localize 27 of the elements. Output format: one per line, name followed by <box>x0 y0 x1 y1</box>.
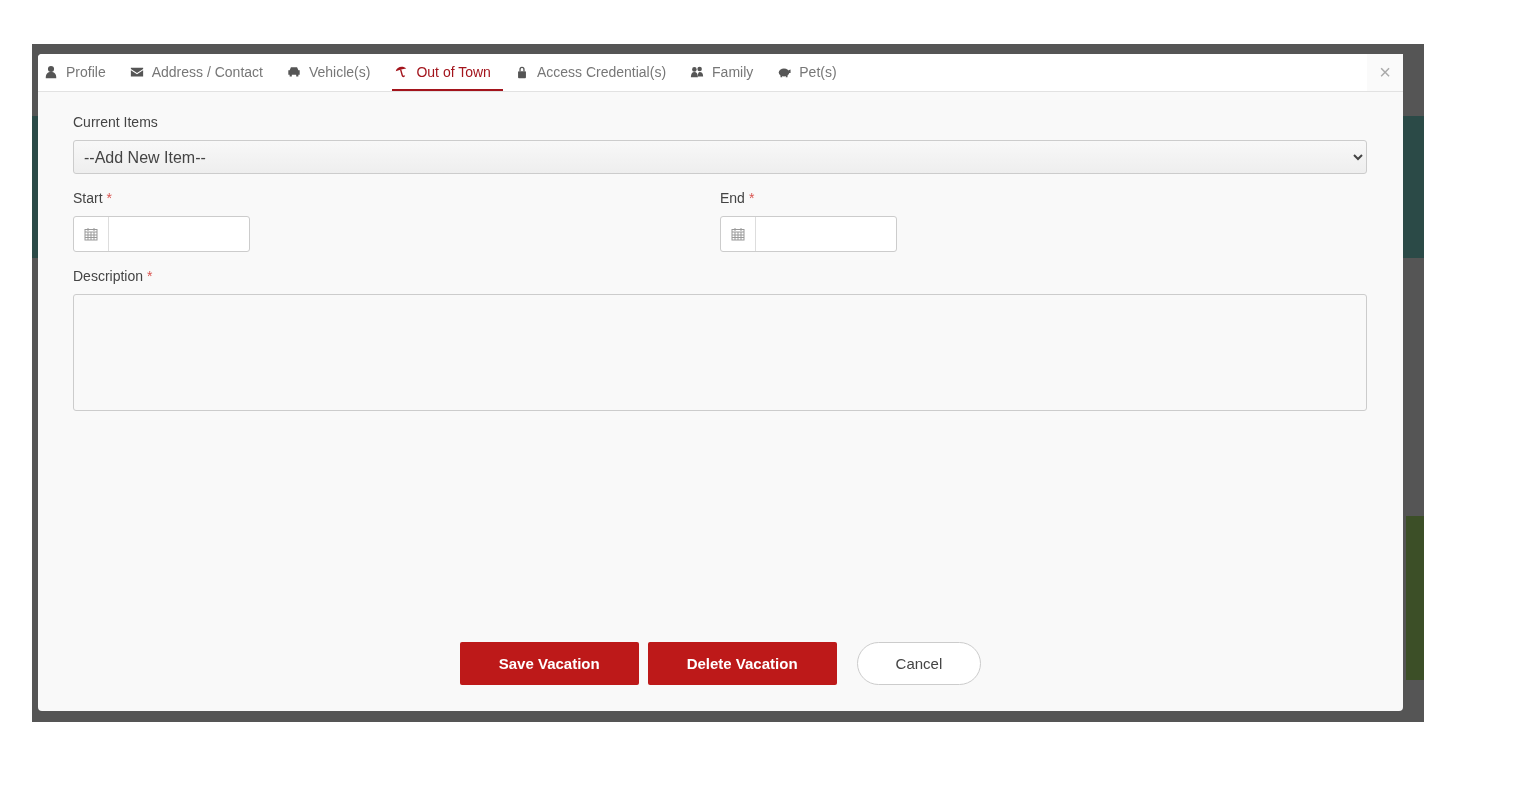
car-icon <box>286 64 301 79</box>
cancel-button[interactable]: Cancel <box>856 642 982 685</box>
tab[interactable]: Address / Contact <box>127 54 275 91</box>
current-items-select[interactable]: --Add New Item-- <box>73 140 1367 174</box>
tab[interactable]: Out of Town <box>392 54 503 91</box>
end-label: End <box>720 190 745 206</box>
description-field[interactable] <box>73 294 1367 411</box>
required-mark: * <box>106 190 113 206</box>
start-date-field[interactable] <box>73 216 250 252</box>
action-button[interactable]: Save Vacation <box>459 642 639 685</box>
user-icon <box>44 64 58 79</box>
end-date-field[interactable] <box>720 216 897 252</box>
calendar-icon <box>84 227 98 241</box>
description-label: Description <box>73 268 144 284</box>
tab[interactable]: Access Credential(s) <box>512 54 679 91</box>
tab[interactable]: Pet(s) <box>775 54 849 91</box>
tab[interactable]: Family <box>688 54 766 91</box>
start-label: Start <box>73 190 103 206</box>
required-mark: * <box>147 268 153 284</box>
required-mark: * <box>748 190 755 206</box>
tab[interactable]: Vehicle(s) <box>284 54 383 91</box>
action-button[interactable]: Delete Vacation <box>647 642 837 685</box>
current-items-label: Current Items <box>73 114 158 130</box>
umbrella-icon <box>394 64 409 79</box>
calendar-icon <box>731 227 745 241</box>
users-icon <box>690 64 705 79</box>
tab[interactable]: Profile <box>42 54 118 91</box>
